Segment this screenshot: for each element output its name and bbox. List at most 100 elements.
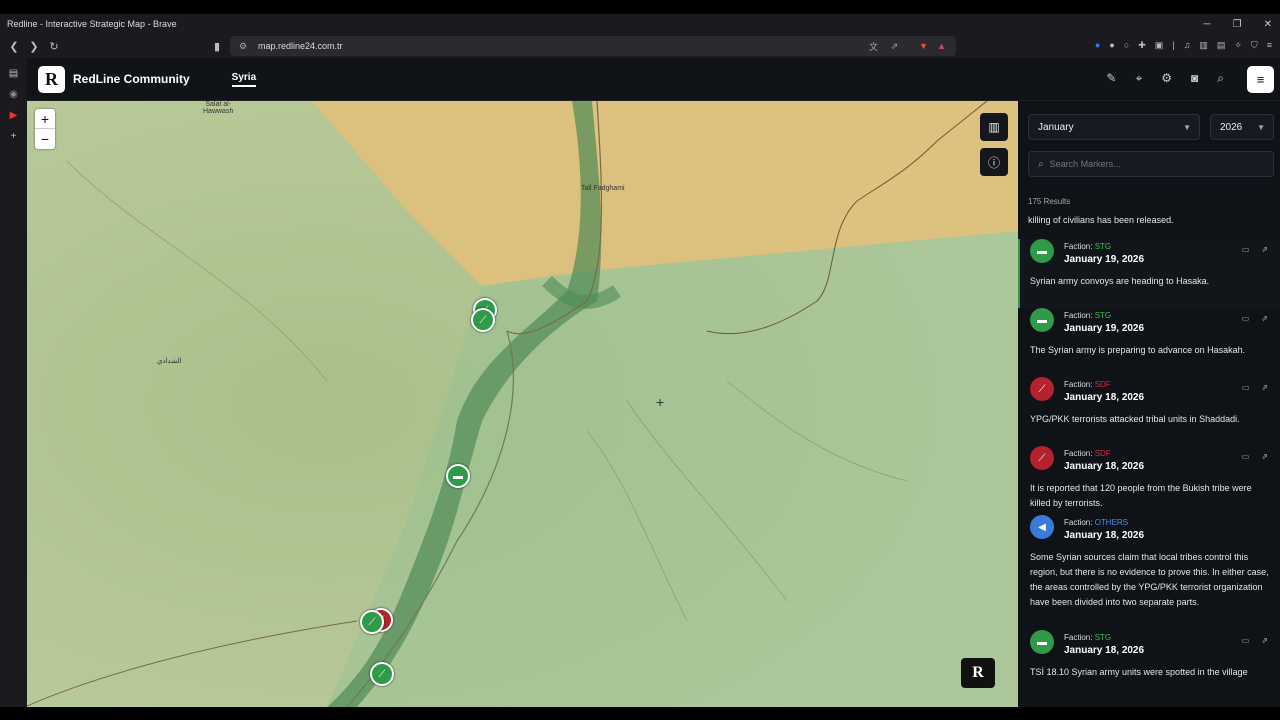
- redline-watermark-badge[interactable]: R: [961, 658, 995, 688]
- brand-name[interactable]: RedLine Community: [73, 72, 190, 86]
- map-layers-button[interactable]: ▥: [980, 113, 1008, 141]
- translate-icon[interactable]: 文: [869, 40, 878, 53]
- close-window-icon[interactable]: ✕: [1264, 19, 1272, 30]
- truck-icon: ▬: [1030, 308, 1054, 332]
- site-info-icon[interactable]: ⚙: [239, 41, 247, 52]
- results-count: 175 Results: [1028, 197, 1071, 206]
- map-label-west: ﺍﻟﺸﺪﺍﺩﻱ: [157, 358, 182, 365]
- external-link-icon[interactable]: ⇗: [1261, 636, 1268, 645]
- rifle-icon: ⟋: [368, 616, 376, 628]
- map-marker-stg[interactable]: ⟋: [370, 662, 394, 686]
- brave-rewards-icon[interactable]: ▲: [937, 41, 946, 51]
- search-icon: ⌕: [1038, 158, 1044, 170]
- youtube-icon[interactable]: ▶: [0, 110, 27, 121]
- reload-icon[interactable]: ↻: [44, 40, 64, 53]
- month-value: January: [1038, 121, 1074, 133]
- map-terrain: +: [27, 101, 1018, 707]
- entry-text: Some Syrian sources claim that local tri…: [1030, 552, 1269, 607]
- faction-label: Faction: OTHERS: [1064, 518, 1129, 527]
- external-link-icon[interactable]: ⇗: [1261, 245, 1268, 254]
- info-icon: ⓘ: [987, 155, 1000, 170]
- entry-date: January 19, 2026: [1064, 323, 1145, 334]
- external-link-icon[interactable]: ⇗: [1261, 314, 1268, 323]
- map-info-button[interactable]: ⓘ: [980, 148, 1008, 176]
- brave-shield-icon[interactable]: ▼: [919, 41, 928, 51]
- url-text: map.redline24.com.tr: [258, 41, 343, 51]
- feed-item-partial-text: killing of civilians has been released.: [1028, 215, 1174, 225]
- video-icon[interactable]: ▭: [1242, 636, 1250, 645]
- year-select[interactable]: 2026 ▼: [1210, 114, 1274, 140]
- faction-name: STG: [1094, 633, 1112, 642]
- faction-label: Faction: STG: [1064, 242, 1112, 251]
- entry-text: The Syrian army is preparing to advance …: [1030, 345, 1246, 355]
- video-icon[interactable]: ▭: [1242, 383, 1250, 392]
- rifle-icon: ⟋: [378, 668, 386, 680]
- chevron-down-icon: ▼: [1183, 122, 1191, 132]
- extension-icon-1[interactable]: ●: [1095, 40, 1100, 51]
- extension-bar: ● ● ○ ✚ ▣ | ♫ ▥ ▤ ✧ ⛉ ≡: [1095, 40, 1272, 51]
- entry-text: Syrian army convoys are heading to Hasak…: [1030, 276, 1210, 286]
- puzzle-icon[interactable]: ✚: [1138, 40, 1146, 51]
- video-icon[interactable]: ▭: [1242, 245, 1250, 254]
- faction-name: SDF: [1094, 380, 1111, 389]
- map-marker-stg[interactable]: ⟋: [360, 610, 384, 634]
- music-icon[interactable]: ♫: [1184, 40, 1191, 51]
- sidebar-toggle-icon[interactable]: ▥: [1199, 40, 1208, 51]
- camera-icon[interactable]: ◙: [1191, 71, 1198, 86]
- external-link-icon[interactable]: ⇗: [1261, 452, 1268, 461]
- extension-icon-3[interactable]: ○: [1124, 40, 1129, 51]
- marker-feed: killing of civilians has been released. …: [1018, 215, 1280, 699]
- chevron-down-icon: ▼: [1257, 122, 1265, 132]
- truck-icon: ▬: [1030, 239, 1054, 263]
- map-marker-stg[interactable]: ⟋: [471, 308, 495, 332]
- browser-menu-icon[interactable]: ≡: [1267, 40, 1272, 51]
- extension-icon-2[interactable]: ●: [1109, 40, 1114, 51]
- address-bar[interactable]: ⚙ map.redline24.com.tr 文 ⇗ ▼ ▲: [230, 36, 956, 56]
- video-icon[interactable]: ▭: [1242, 314, 1250, 323]
- marker-search-input[interactable]: [1049, 159, 1250, 169]
- minimize-icon[interactable]: ─: [1204, 19, 1211, 30]
- map-marker-stg[interactable]: ▬: [446, 464, 470, 488]
- feed-item[interactable]: ◀ Faction: OTHERS January 18, 2026 Some Syr…: [1018, 515, 1280, 630]
- tab-syria[interactable]: Syria: [231, 72, 257, 87]
- pin-icon[interactable]: ⌖: [1135, 71, 1142, 86]
- screenshot-icon[interactable]: ▣: [1155, 40, 1164, 51]
- vpn-icon[interactable]: ⛉: [1251, 40, 1258, 51]
- faction-label: Faction: SDF: [1064, 380, 1111, 389]
- external-link-icon[interactable]: ⇗: [1261, 383, 1268, 392]
- faction-label: Faction: STG: [1064, 311, 1112, 320]
- rifle-icon: ⟋: [479, 314, 487, 326]
- entry-text: TSİ 18.10 Syrian army units were spotted…: [1030, 667, 1248, 677]
- entry-date: January 18, 2026: [1064, 645, 1145, 656]
- rifle-icon: ⟋: [1030, 377, 1054, 401]
- feed-item[interactable]: ▬ Faction: STG January 18, 2026 TSİ 18.10 S…: [1018, 630, 1280, 699]
- sidebar-panel-icon[interactable]: ▤: [0, 68, 27, 79]
- month-select[interactable]: January ▼: [1028, 114, 1200, 140]
- video-icon[interactable]: ▭: [1242, 452, 1250, 461]
- add-sidebar-icon[interactable]: +: [0, 131, 27, 142]
- feed-item[interactable]: ▬ Faction: STG January 19, 2026 Syrian army…: [1018, 239, 1280, 308]
- back-icon[interactable]: ❮: [4, 40, 24, 53]
- map-canvas[interactable]: + + − ▥ ⓘ Salat al- Hawwash Tall Fadgham…: [27, 101, 1018, 707]
- settings-icon[interactable]: ⚙: [1161, 71, 1172, 86]
- leo-icon[interactable]: ✧: [1234, 40, 1242, 51]
- zoom-in-button[interactable]: +: [35, 109, 55, 129]
- sidebar-site-icon[interactable]: ◉: [0, 89, 27, 100]
- hamburger-menu-button[interactable]: ≡: [1247, 66, 1274, 93]
- share-icon[interactable]: ⇗: [890, 41, 898, 52]
- feed-item[interactable]: ▬ Faction: STG January 19, 2026 The Syrian …: [1018, 308, 1280, 377]
- feed-item[interactable]: ⟋ Faction: SDF January 18, 2026 It is repor…: [1018, 446, 1280, 515]
- entry-date: January 18, 2026: [1064, 530, 1145, 541]
- marker-search[interactable]: ⌕: [1028, 151, 1274, 177]
- feed-item[interactable]: ⟋ Faction: SDF January 18, 2026 YPG/PKK ter…: [1018, 377, 1280, 446]
- app-logo[interactable]: R: [38, 65, 65, 93]
- zoom-out-button[interactable]: −: [35, 129, 55, 149]
- bookmark-icon[interactable]: ▮: [207, 40, 227, 53]
- wallet-icon[interactable]: ▤: [1217, 40, 1226, 51]
- search-icon[interactable]: ⌕: [1217, 71, 1224, 86]
- pen-icon[interactable]: ✎: [1106, 71, 1116, 86]
- forward-icon[interactable]: ❯: [24, 40, 44, 53]
- faction-label: Faction: SDF: [1064, 449, 1111, 458]
- maximize-icon[interactable]: ❐: [1233, 19, 1242, 30]
- faction-name: OTHERS: [1094, 518, 1129, 527]
